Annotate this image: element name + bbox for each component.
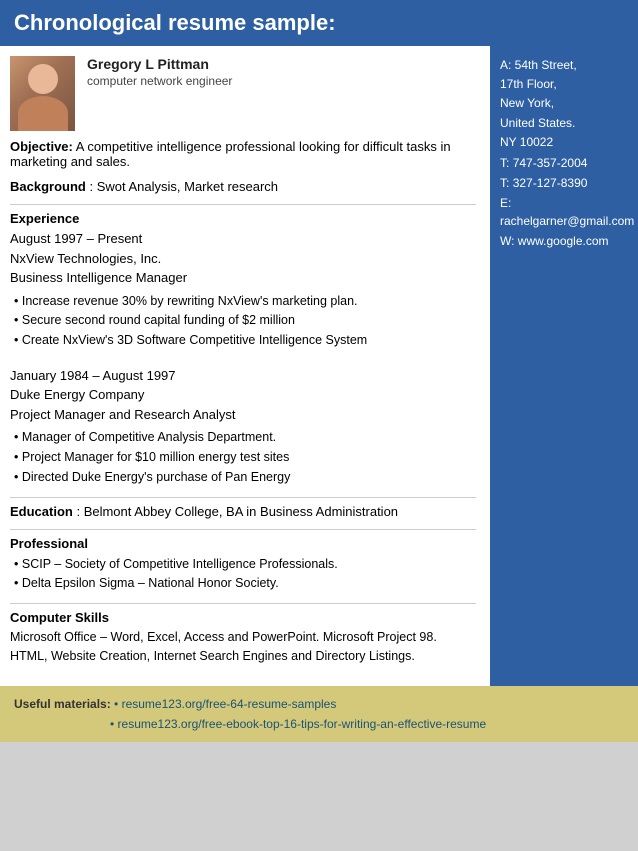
email-value: rachelgarner@gmail.com [500, 214, 634, 228]
job-1-period: August 1997 – Present [10, 229, 476, 249]
background-text: : Swot Analysis, Market research [89, 179, 278, 194]
divider-4 [10, 603, 476, 604]
phone2-item: T: 327-127-8390 [500, 174, 628, 192]
job-1-role: Business Intelligence Manager [10, 268, 476, 288]
page-header: Chronological resume sample: [0, 0, 638, 46]
job-1-company: NxView Technologies, Inc. [10, 249, 476, 269]
phone2-label: T: [500, 176, 509, 190]
phone1-value: 747-357-2004 [513, 156, 588, 170]
education-label: Education [10, 504, 73, 519]
job-1-bullets: Increase revenue 30% by rewriting NxView… [12, 292, 476, 350]
avatar-image [10, 56, 75, 131]
objective-section: Objective: A competitive intelligence pr… [10, 139, 476, 169]
list-item: SCIP – Society of Competitive Intelligen… [12, 555, 476, 574]
list-item: Secure second round capital funding of $… [12, 311, 476, 330]
list-item: Manager of Competitive Analysis Departme… [12, 428, 476, 447]
computer-skills-text: Microsoft Office – Word, Excel, Access a… [10, 628, 476, 666]
professional-section: Professional SCIP – Society of Competiti… [10, 536, 476, 594]
objective-text: A competitive intelligence professional … [10, 139, 451, 169]
professional-bullets: SCIP – Society of Competitive Intelligen… [12, 555, 476, 594]
list-item: Delta Epsilon Sigma – National Honor Soc… [12, 574, 476, 593]
professional-heading: Professional [10, 536, 476, 551]
address-line2: 17th Floor, [500, 75, 628, 94]
website-label: W: [500, 234, 514, 248]
phone1-label: T: [500, 156, 509, 170]
website-value: www.google.com [518, 234, 609, 248]
footer-link-1: • resume123.org/free-64-resume-samples [114, 697, 336, 711]
divider-1 [10, 204, 476, 205]
footer-link-2: • resume123.org/free-ebook-top-16-tips-f… [14, 717, 486, 731]
objective-label: Objective: [10, 139, 73, 154]
address-line5: NY 10022 [500, 133, 628, 152]
address-line3: New York, [500, 94, 628, 113]
divider-2 [10, 497, 476, 498]
address-line1: A: 54th Street, [500, 56, 628, 75]
job-2-role: Project Manager and Research Analyst [10, 405, 476, 425]
website-item: W: www.google.com [500, 232, 628, 250]
computer-skills-heading: Computer Skills [10, 610, 476, 625]
email-label: E: [500, 196, 511, 210]
job-2-period: January 1984 – August 1997 [10, 366, 476, 386]
education-section: Education : Belmont Abbey College, BA in… [10, 504, 476, 519]
list-item: Project Manager for $10 million energy t… [12, 448, 476, 467]
avatar [10, 56, 75, 131]
education-text: : Belmont Abbey College, BA in Business … [76, 504, 398, 519]
name-info: Gregory L Pittman computer network engin… [87, 56, 476, 88]
computer-skills-section: Computer Skills Microsoft Office – Word,… [10, 610, 476, 666]
main-content: Gregory L Pittman computer network engin… [0, 46, 490, 686]
list-item: Increase revenue 30% by rewriting NxView… [12, 292, 476, 311]
address-line4: United States. [500, 114, 628, 133]
content-wrapper: Gregory L Pittman computer network engin… [0, 46, 638, 686]
experience-section: Experience August 1997 – Present NxView … [10, 211, 476, 487]
phone2-value: 327-127-8390 [513, 176, 588, 190]
job-2-bullets: Manager of Competitive Analysis Departme… [12, 428, 476, 486]
footer-label: Useful materials: [14, 697, 111, 711]
divider-3 [10, 529, 476, 530]
phone1-item: T: 747-357-2004 [500, 154, 628, 172]
person-name: Gregory L Pittman [87, 56, 476, 72]
background-section: Background : Swot Analysis, Market resea… [10, 179, 476, 194]
experience-heading: Experience [10, 211, 476, 226]
person-title: computer network engineer [87, 74, 476, 88]
name-section: Gregory L Pittman computer network engin… [10, 56, 476, 131]
list-item: Create NxView's 3D Software Competitive … [12, 331, 476, 350]
address-block: A: 54th Street, 17th Floor, New York, Un… [500, 56, 628, 152]
email-item: E: rachelgarner@gmail.com [500, 194, 628, 230]
list-item: Directed Duke Energy's purchase of Pan E… [12, 468, 476, 487]
footer-bar: Useful materials: • resume123.org/free-6… [0, 686, 638, 743]
sidebar: A: 54th Street, 17th Floor, New York, Un… [490, 46, 638, 686]
header-title: Chronological resume sample: [14, 10, 336, 35]
job-2-company: Duke Energy Company [10, 385, 476, 405]
background-label: Background [10, 179, 86, 194]
resume-page: Chronological resume sample: Gregory L P… [0, 0, 638, 742]
